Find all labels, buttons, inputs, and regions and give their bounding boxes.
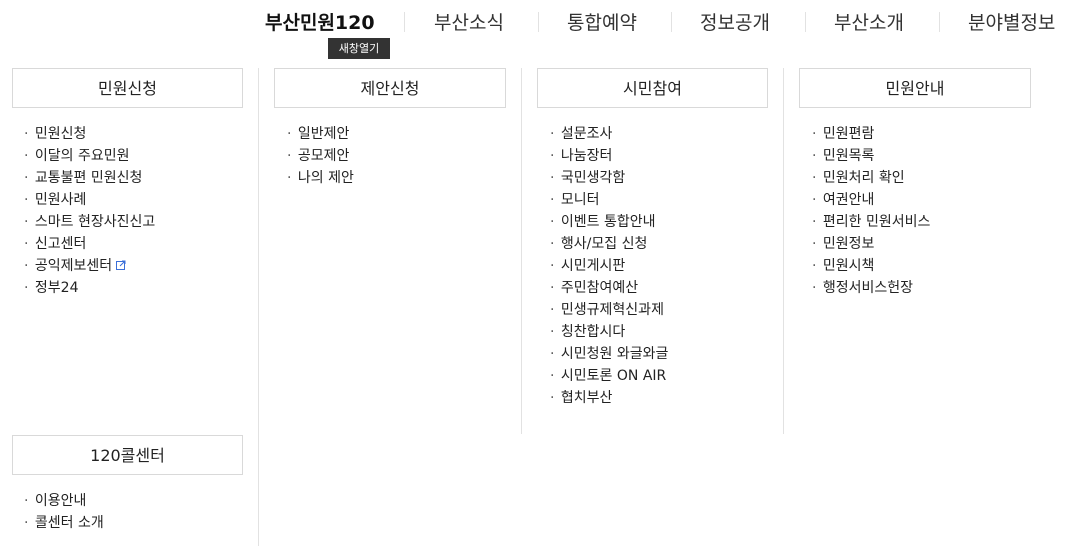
list-item[interactable]: 나의 제안 [287, 167, 354, 189]
list-item-label: 공익제보센터 [34, 258, 113, 274]
section-title-minwon-guide[interactable]: 민원안내 [799, 68, 1031, 108]
list-item[interactable]: 모니터 [550, 189, 668, 211]
call-center-list: 이용안내 콜센터 소개 [24, 490, 104, 534]
list-item[interactable]: 여권안내 [812, 189, 930, 211]
list-item[interactable]: 나눔장터 [550, 145, 668, 167]
list-item[interactable]: 시민토론 ON AIR [550, 365, 668, 387]
nav-separator [671, 12, 672, 32]
list-item[interactable]: 행사/모집 신청 [550, 233, 668, 255]
list-item[interactable]: 교통불편 민원신청 [24, 167, 155, 189]
nav-item-busan-minwon120[interactable]: 부산민원120 [265, 8, 375, 35]
list-item[interactable]: 일반제안 [287, 123, 354, 145]
list-item[interactable]: 민원정보 [812, 233, 930, 255]
nav-separator [805, 12, 806, 32]
list-item[interactable]: 주민참여예산 [550, 277, 668, 299]
column-divider [783, 68, 784, 434]
list-item-whistleblower-center[interactable]: 공익제보센터 [24, 255, 155, 277]
list-item[interactable]: 민원목록 [812, 145, 930, 167]
list-item[interactable]: 정부24 [24, 277, 155, 299]
nav-separator [404, 12, 405, 32]
list-item[interactable]: 민원신청 [24, 123, 155, 145]
list-item[interactable]: 편리한 민원서비스 [812, 211, 931, 233]
nav-item-reservation[interactable]: 통합예약 [567, 8, 637, 35]
list-item[interactable]: 시민게시판 [550, 255, 668, 277]
list-item[interactable]: 이벤트 통합안내 [550, 211, 668, 233]
nav-item-busan-news[interactable]: 부산소식 [434, 8, 504, 35]
list-item[interactable]: 국민생각함 [550, 167, 668, 189]
minwon-apply-list: 민원신청 이달의 주요민원 교통불편 민원신청 민원사례 스마트 현장사진신고 … [24, 123, 155, 299]
nav-item-field-info[interactable]: 분야별정보 [968, 8, 1055, 35]
column-divider [258, 68, 259, 546]
list-item[interactable]: 민원처리 확인 [812, 167, 930, 189]
list-item[interactable]: 민원편람 [812, 123, 930, 145]
section-title-proposal[interactable]: 제안신청 [274, 68, 506, 108]
nav-separator [538, 12, 539, 32]
list-item[interactable]: 민원시책 [812, 255, 930, 277]
nav-item-busan-intro[interactable]: 부산소개 [834, 8, 904, 35]
list-item[interactable]: 이용안내 [24, 490, 104, 512]
list-item[interactable]: 공모제안 [287, 145, 354, 167]
external-link-icon [116, 255, 126, 277]
section-title-call-center[interactable]: 120콜센터 [12, 435, 243, 475]
list-item[interactable]: 민생규제혁신과제 [550, 299, 668, 321]
column-divider [521, 68, 522, 434]
nav-item-info-disclosure[interactable]: 정보공개 [700, 8, 770, 35]
list-item[interactable]: 칭찬합시다 [550, 321, 668, 343]
top-navigation: 부산민원120 부산소식 통합예약 정보공개 부산소개 분야별정보 [0, 0, 1066, 40]
list-item[interactable]: 이달의 주요민원 [24, 145, 155, 167]
proposal-list: 일반제안 공모제안 나의 제안 [287, 123, 354, 189]
list-item[interactable]: 민원사례 [24, 189, 155, 211]
list-item[interactable]: 신고센터 [24, 233, 155, 255]
section-title-citizen-participation[interactable]: 시민참여 [537, 68, 768, 108]
citizen-participation-list: 설문조사 나눔장터 국민생각함 모니터 이벤트 통합안내 행사/모집 신청 시민… [550, 123, 669, 409]
list-item[interactable]: 행정서비스헌장 [812, 277, 930, 299]
list-item[interactable]: 설문조사 [550, 123, 668, 145]
list-item[interactable]: 시민청원 와글와글 [550, 343, 669, 365]
section-title-minwon-apply[interactable]: 민원신청 [12, 68, 243, 108]
list-item[interactable]: 스마트 현장사진신고 [24, 211, 155, 233]
nav-separator [939, 12, 940, 32]
new-window-tooltip: 새창열기 [328, 38, 390, 59]
list-item[interactable]: 협치부산 [550, 387, 668, 409]
minwon-guide-list: 민원편람 민원목록 민원처리 확인 여권안내 편리한 민원서비스 민원정보 민원… [812, 123, 931, 299]
list-item[interactable]: 콜센터 소개 [24, 512, 104, 534]
